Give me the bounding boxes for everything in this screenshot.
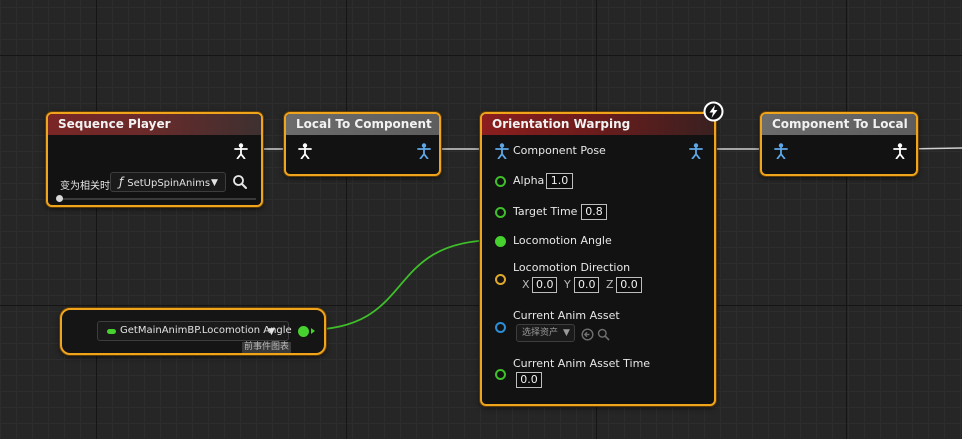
- chevron-down-icon: ▼: [211, 178, 218, 188]
- float-wire-angle[interactable]: [304, 239, 499, 331]
- alpha-label: Alpha: [513, 174, 545, 187]
- property-binding-text: GetMainAnimBP.Locomotion Angle: [120, 325, 292, 336]
- search-icon[interactable]: [232, 174, 248, 190]
- function-icon: ƒ: [119, 175, 124, 189]
- y-label: Y: [564, 278, 571, 291]
- pose-output-pin-icon[interactable]: [893, 143, 907, 159]
- current-anim-asset-label: Current Anim Asset: [513, 309, 620, 322]
- play-position-handle[interactable]: [56, 195, 63, 202]
- component-pose-input-pin-icon[interactable]: [495, 143, 509, 159]
- y-input[interactable]: 0.0: [574, 277, 599, 293]
- asset-picker-dropdown[interactable]: 选择资产 ▼: [516, 324, 575, 342]
- current-anim-asset-time-pin[interactable]: [495, 369, 506, 380]
- component-pose-label: Component Pose: [513, 144, 606, 157]
- alpha-pin[interactable]: [495, 176, 506, 187]
- x-label: X: [522, 278, 530, 291]
- function-picker-dropdown[interactable]: ƒ SetUpSpinAnims ▼: [110, 172, 226, 192]
- locomotion-direction-label: Locomotion Direction: [513, 261, 631, 274]
- target-time-input[interactable]: 0.8: [581, 204, 607, 220]
- property-output-arrow-icon: [311, 328, 315, 334]
- current-anim-asset-time-label: Current Anim Asset Time: [513, 357, 651, 370]
- local-to-component-title: Local To Component: [286, 114, 439, 135]
- component-to-local-title: Component To Local: [762, 114, 916, 135]
- locomotion-angle-pin[interactable]: [495, 236, 506, 247]
- current-anim-asset-pin[interactable]: [495, 322, 506, 333]
- pose-input-pin-icon[interactable]: [298, 143, 312, 159]
- orientation-warping-title: Orientation Warping: [482, 114, 714, 135]
- z-label: Z: [606, 278, 614, 291]
- on-become-relevant-label: 变为相关时: [60, 181, 110, 192]
- function-name: SetUpSpinAnims: [127, 178, 211, 189]
- property-access-node[interactable]: GetMainAnimBP.Locomotion Angle ▼ 前事件图表: [60, 308, 326, 355]
- sequence-player-title: Sequence Player: [48, 114, 261, 135]
- orientation-warping-node[interactable]: Orientation Warping Component Pose Alpha…: [480, 112, 716, 406]
- component-pose-input-pin-icon[interactable]: [774, 143, 788, 159]
- z-input[interactable]: 0.0: [616, 277, 642, 293]
- sequence-player-node[interactable]: Sequence Player 变为相关时 ƒ SetUpSpinAnims ▼: [46, 112, 263, 207]
- current-anim-asset-time-input[interactable]: 0.0: [516, 372, 542, 388]
- x-input[interactable]: 0.0: [532, 277, 557, 293]
- target-time-label: Target Time: [513, 205, 578, 218]
- pose-output-pin-icon[interactable]: [234, 143, 248, 159]
- select-asset-text: 选择资产: [522, 328, 559, 338]
- alpha-input[interactable]: 1.0: [546, 173, 573, 189]
- chevron-down-icon: ▼: [268, 327, 275, 337]
- event-graph-footer: 前事件图表: [242, 342, 292, 353]
- target-time-pin[interactable]: [495, 207, 506, 218]
- use-selected-asset-icon[interactable]: [581, 326, 594, 341]
- local-to-component-node[interactable]: Local To Component: [284, 112, 441, 176]
- browse-asset-search-icon[interactable]: [597, 326, 610, 341]
- play-position-track[interactable]: [58, 198, 256, 200]
- component-pose-output-pin-icon[interactable]: [689, 143, 703, 159]
- component-pose-output-pin-icon[interactable]: [417, 143, 431, 159]
- locomotion-direction-pin[interactable]: [495, 274, 506, 285]
- component-to-local-node[interactable]: Component To Local: [760, 112, 918, 176]
- property-binding-dropdown[interactable]: GetMainAnimBP.Locomotion Angle ▼: [97, 321, 292, 341]
- chevron-down-icon: ▼: [563, 328, 570, 338]
- locomotion-angle-label: Locomotion Angle: [513, 234, 612, 247]
- property-output-pin[interactable]: [298, 326, 309, 337]
- float-type-icon: [107, 329, 116, 334]
- thread-safe-lightning-icon: [703, 101, 724, 122]
